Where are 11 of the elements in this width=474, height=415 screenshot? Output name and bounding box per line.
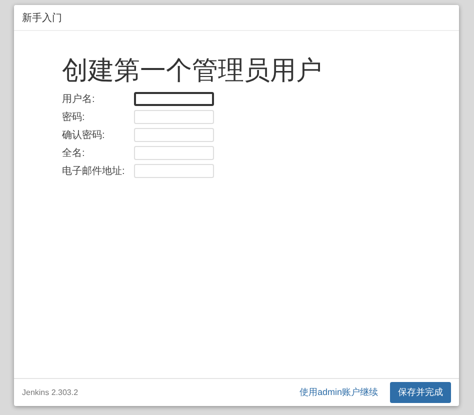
version-text: Jenkins 2.303.2 [22,388,80,397]
field-label: 用户名: [62,92,96,106]
field-label: 电子邮件地址: [62,164,126,178]
field-label: 密码: [62,110,86,124]
field-label: 确认密码: [62,128,106,142]
field-label: 全名: [62,147,86,160]
page-heading: 创建第一个管理员用户 [62,54,323,87]
save-button[interactable]: 保存并完成 [390,382,451,403]
input-field[interactable] [134,92,214,106]
continue-link[interactable]: 使用admin账户继续 [299,386,378,399]
dialog-title: 新手入门 [22,12,62,24]
